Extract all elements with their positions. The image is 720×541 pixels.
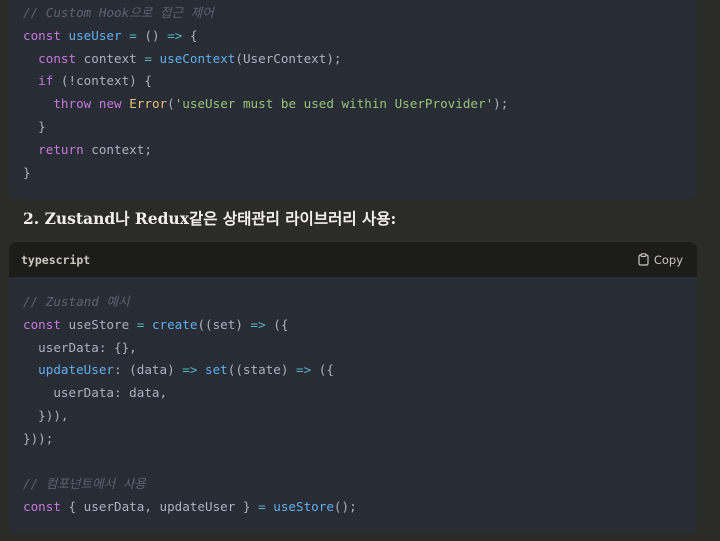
code-token: context; [83, 141, 152, 157]
code-token: userData: data, [23, 385, 168, 401]
code-line: // Zustand 예시 [23, 291, 697, 314]
code-token: updateUser [38, 362, 114, 378]
code-token: (!context) { [53, 73, 152, 89]
code-token: useUser [68, 27, 122, 43]
code-line: // 컴포넌트에서 사용 [23, 473, 697, 496]
code-token: })), [23, 407, 69, 423]
code-line: throw new Error('useUser must be used wi… [23, 93, 697, 116]
code-line: const { userData, updateUser } = useStor… [23, 496, 697, 519]
language-label: typescript [21, 252, 91, 267]
code-token: ( [167, 96, 175, 112]
code-token: (); [333, 499, 357, 515]
code-token: ); [493, 96, 509, 112]
code-token: useStore [273, 499, 334, 515]
code-line: userData: data, [23, 382, 697, 405]
code-token: const [23, 499, 61, 515]
code-token: = [144, 50, 152, 66]
code-token: ((state) [227, 362, 297, 378]
code-token: // 컴포넌트에서 사용 [23, 476, 147, 492]
code-token: userData: {}, [23, 339, 137, 355]
code-token: useStore [60, 316, 137, 332]
code-line: })), [23, 405, 697, 428]
code-line: const context = useContext(UserContext); [23, 48, 697, 71]
code-token: const [23, 316, 61, 332]
code-token: { userData, updateUser } [60, 499, 259, 515]
code-token: ({ [311, 362, 334, 378]
code-token: ((set) [197, 316, 251, 332]
code-token: () [136, 27, 168, 43]
code-token: 'useUser must be used within UserProvide… [174, 96, 494, 112]
code-token: return [38, 141, 84, 157]
code-token: => [250, 316, 266, 332]
copy-button[interactable]: Copy [638, 253, 683, 267]
code-token: const [23, 27, 61, 43]
code-line: } [23, 116, 697, 139]
code-line: } [23, 162, 697, 185]
code-token: = [129, 27, 137, 43]
code-line: const useStore = create((set) => ({ [23, 314, 697, 337]
code-token: create [151, 316, 198, 332]
code-token: const [38, 50, 77, 66]
code-line: // Custom Hook으로 접근 제어 [23, 2, 697, 25]
code-token: Error [129, 96, 168, 112]
code-token: throw [53, 96, 92, 112]
code-token: } [23, 118, 46, 134]
code-line: updateUser: (data) => set((state) => ({ [23, 359, 697, 382]
code-token: => [296, 362, 312, 378]
code-token: new [98, 96, 122, 112]
code-token: // Custom Hook으로 접근 제어 [23, 5, 214, 20]
code-token: // Zustand 예시 [23, 294, 130, 309]
code-token: = [258, 499, 266, 515]
code-token: useContext [159, 50, 236, 66]
copy-label: Copy [653, 252, 683, 267]
code-card-zustand: typescript Copy // Zustand 예시 const useSt… [9, 242, 697, 533]
code-token: => [167, 27, 183, 43]
code-token: (UserContext); [235, 50, 342, 66]
code-content: // Zustand 예시 const useStore = create((se… [9, 277, 697, 519]
code-token: : (data) [114, 362, 183, 378]
code-token: { [182, 27, 198, 43]
code-line: const useUser = () => { [23, 25, 697, 48]
code-token: => [182, 362, 198, 378]
code-token: if [38, 73, 54, 89]
code-token: set [205, 362, 228, 378]
code-line: ​ [23, 451, 697, 474]
code-block-zustand: // Zustand 예시 const useStore = create((se… [9, 277, 697, 519]
section-heading: 2. Zustand나 Redux같은 상태관리 라이브러리 사용: [23, 209, 397, 228]
code-content: // Custom Hook으로 접근 제어 const useUser = ()… [9, 0, 697, 184]
code-card-header: typescript Copy [9, 242, 697, 277]
code-block-custom-hook: // Custom Hook으로 접근 제어 const useUser = ()… [9, 0, 697, 199]
code-token: context [76, 50, 145, 66]
code-line: return context; [23, 139, 697, 162]
code-token: })); [23, 430, 54, 446]
code-token: ({ [265, 316, 289, 332]
clipboard-icon [638, 253, 649, 266]
code-line: })); [23, 428, 697, 451]
code-line: userData: {}, [23, 337, 697, 360]
code-line: if (!context) { [23, 70, 697, 93]
code-token: } [23, 164, 31, 180]
